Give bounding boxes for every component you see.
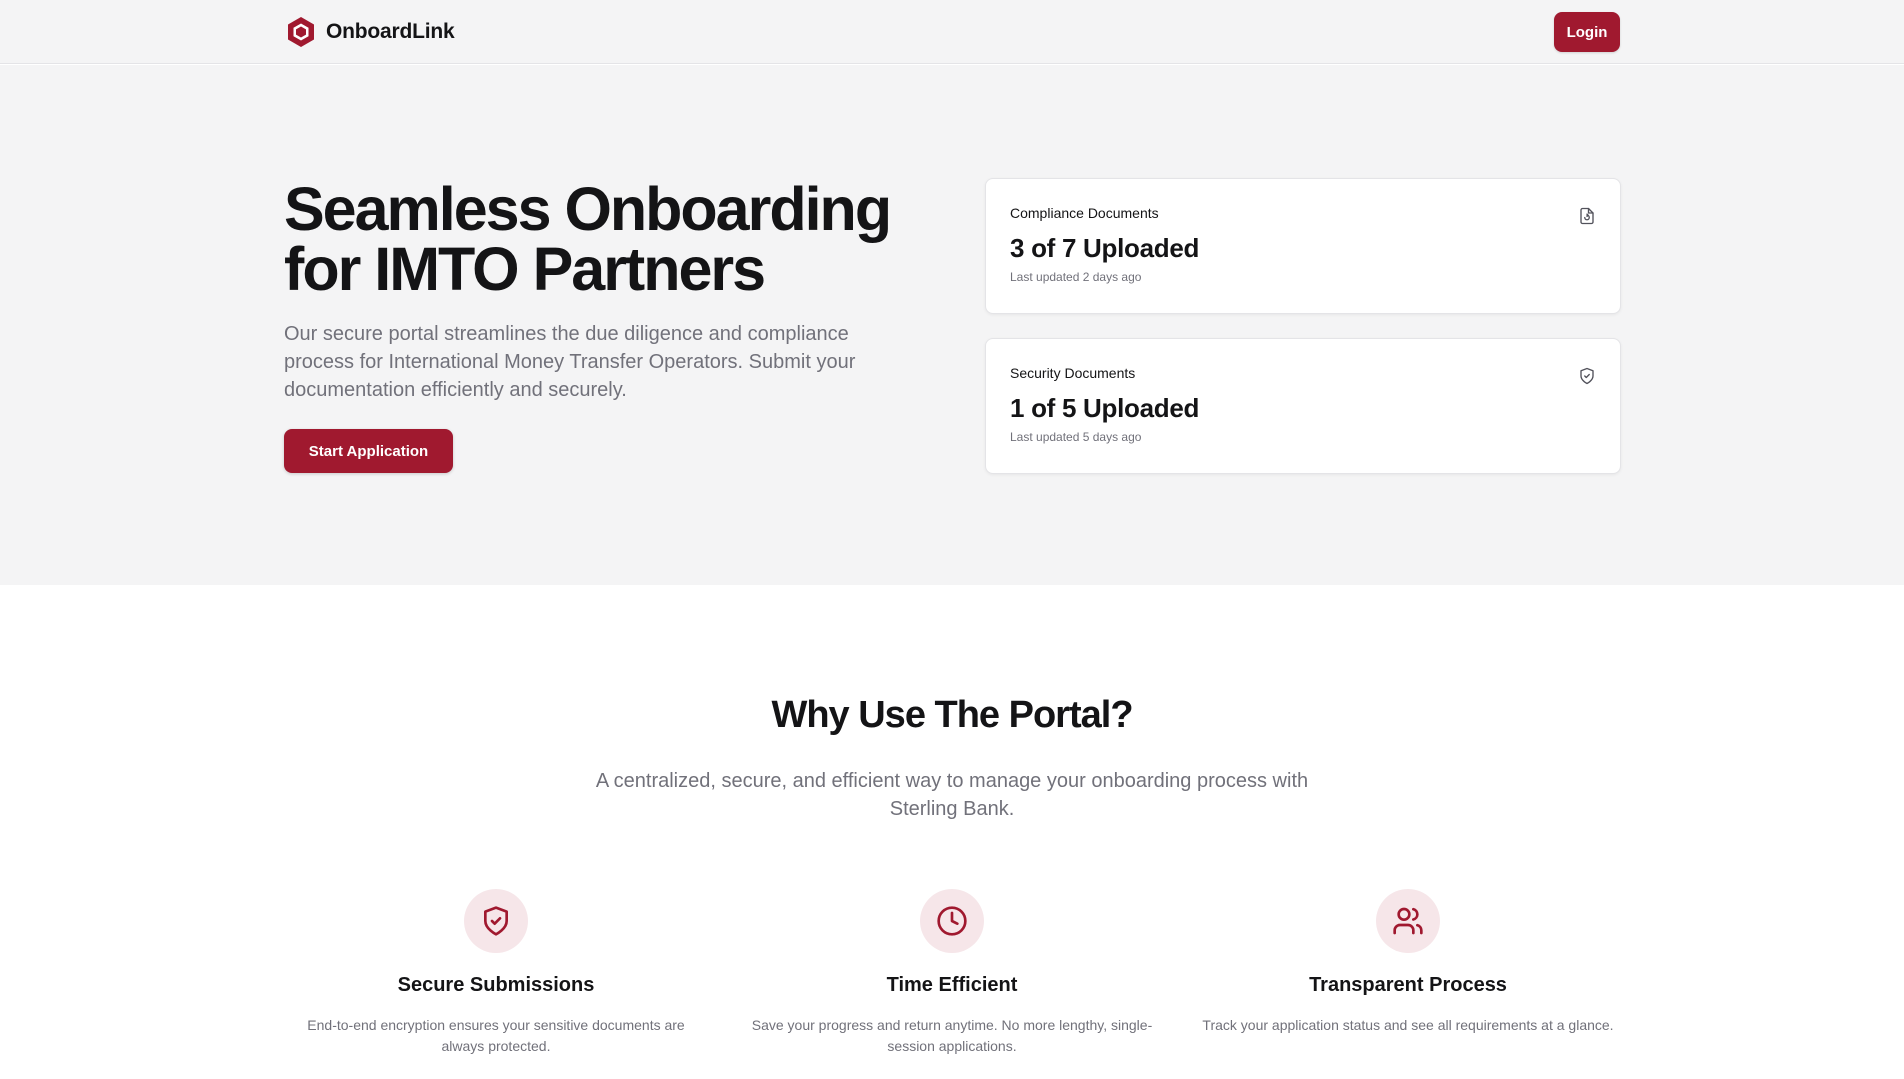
section-title: Why Use The Portal? (771, 694, 1133, 736)
brand-name: OnboardLink (326, 20, 455, 43)
feature-secure-submissions: Secure Submissions End-to-end encryption… (286, 889, 706, 1057)
feature-description: Track your application status and see al… (1202, 1017, 1614, 1033)
users-icon (1376, 889, 1440, 953)
card-last-updated: Last updated 5 days ago (1010, 430, 1142, 444)
hero-title: Seamless Onboarding for IMTO Partners (284, 175, 892, 303)
brand-logo-link[interactable]: OnboardLink (284, 14, 455, 50)
shield-check-icon[interactable] (1578, 367, 1596, 385)
hexagon-logo-icon (288, 17, 314, 47)
section-subtitle: A centralized, secure, and efficient way… (595, 770, 1309, 820)
card-upload-count: 3 of 7 Uploaded (1010, 233, 1200, 263)
card-upload-count: 1 of 5 Uploaded (1010, 393, 1200, 423)
feature-title: Time Efficient (886, 974, 1018, 996)
feature-time-efficient: Time Efficient Save your progress and re… (742, 889, 1162, 1057)
start-application-button[interactable]: Start Application (284, 429, 453, 473)
clock-icon (920, 889, 984, 953)
card-label: Security Documents (1010, 365, 1136, 381)
card-label: Compliance Documents (1010, 205, 1159, 221)
card-last-updated: Last updated 2 days ago (1010, 270, 1142, 284)
file-refresh-icon[interactable] (1578, 207, 1596, 225)
feature-description: Save your progress and return anytime. N… (751, 1017, 1153, 1054)
security-documents-card[interactable]: Security Documents 1 of 5 Uploaded Last … (985, 338, 1621, 474)
hero-section: Seamless Onboarding for IMTO Partners Ou… (0, 65, 1904, 585)
top-navbar: OnboardLink Login (0, 0, 1904, 64)
hero-subtitle: Our secure portal streamlines the due di… (284, 323, 856, 401)
feature-title: Secure Submissions (397, 974, 595, 996)
feature-title: Transparent Process (1309, 974, 1507, 996)
compliance-documents-card[interactable]: Compliance Documents 3 of 7 Uploaded Las… (985, 178, 1621, 314)
feature-transparent-process: Transparent Process Track your applicati… (1198, 889, 1618, 1036)
shield-check-icon (464, 889, 528, 953)
login-button[interactable]: Login (1554, 12, 1620, 52)
feature-description: End-to-end encryption ensures your sensi… (307, 1017, 685, 1054)
